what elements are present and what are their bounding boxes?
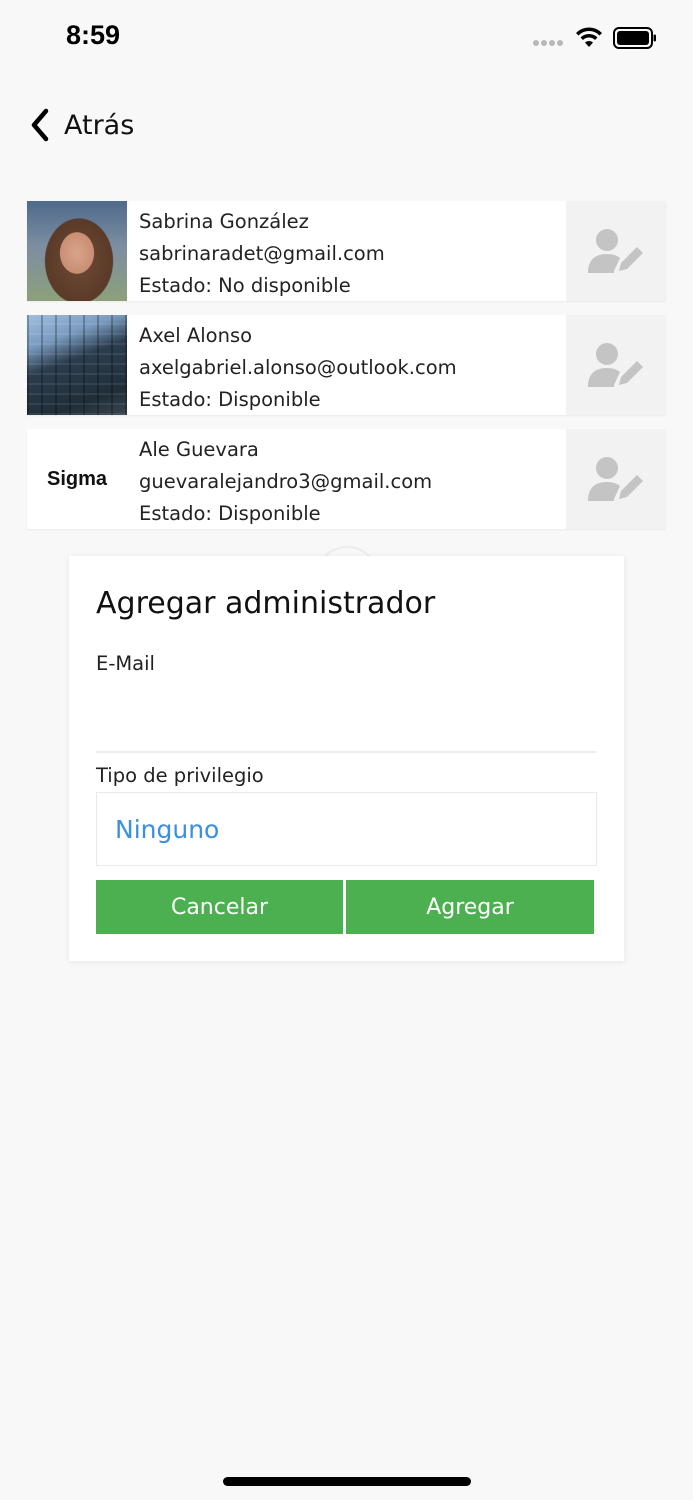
chevron-left-icon (31, 108, 49, 142)
sigma-logo: Sigma (46, 467, 108, 490)
signal-strength-icon (533, 40, 563, 46)
user-edit-icon (588, 343, 643, 387)
user-email: sabrinaradet@gmail.com (139, 242, 385, 265)
add-admin-dialog: Agregar administrador E-Mail Tipo de pri… (69, 556, 624, 961)
user-email: guevaralejandro3@gmail.com (139, 470, 433, 493)
avatar: Sigma (27, 429, 127, 529)
back-button[interactable]: Atrás (30, 104, 134, 146)
add-button[interactable]: Agregar (346, 880, 594, 934)
user-status: Estado: No disponible (139, 274, 351, 297)
user-name: Axel Alonso (139, 324, 253, 347)
user-info: Ale Guevara guevaralejandro3@gmail.com E… (127, 429, 566, 529)
privilege-select[interactable]: Ninguno (96, 792, 597, 866)
email-field[interactable] (96, 691, 596, 753)
user-name: Sabrina González (139, 210, 309, 233)
admin-list: Sabrina González sabrinaradet@gmail.com … (27, 201, 666, 543)
email-label: E-Mail (96, 652, 155, 675)
list-item[interactable]: Axel Alonso axelgabriel.alonso@outlook.c… (27, 315, 666, 415)
back-label: Atrás (64, 109, 135, 141)
status-time: 8:59 (66, 20, 121, 50)
list-item[interactable]: Sabrina González sabrinaradet@gmail.com … (27, 201, 666, 301)
home-indicator (223, 1477, 471, 1486)
privilege-label: Tipo de privilegio (96, 764, 264, 787)
edit-user-button[interactable] (566, 201, 666, 301)
wifi-icon (576, 27, 602, 47)
list-item[interactable]: Sigma Ale Guevara guevaralejandro3@gmail… (27, 429, 666, 529)
user-edit-icon (588, 457, 643, 501)
avatar (27, 315, 127, 415)
user-edit-icon (588, 229, 643, 273)
battery-icon (613, 27, 656, 49)
user-info: Axel Alonso axelgabriel.alonso@outlook.c… (127, 315, 566, 415)
privilege-value: Ninguno (115, 814, 220, 844)
status-bar: 8:59 (0, 0, 693, 80)
user-email: axelgabriel.alonso@outlook.com (139, 356, 457, 379)
edit-user-button[interactable] (566, 315, 666, 415)
user-name: Ale Guevara (139, 438, 259, 461)
user-status: Estado: Disponible (139, 502, 321, 525)
user-info: Sabrina González sabrinaradet@gmail.com … (127, 201, 566, 301)
user-status: Estado: Disponible (139, 388, 321, 411)
avatar (27, 201, 127, 301)
edit-user-button[interactable] (566, 429, 666, 529)
dialog-title: Agregar administrador (96, 586, 436, 621)
cancel-button[interactable]: Cancelar (96, 880, 343, 934)
